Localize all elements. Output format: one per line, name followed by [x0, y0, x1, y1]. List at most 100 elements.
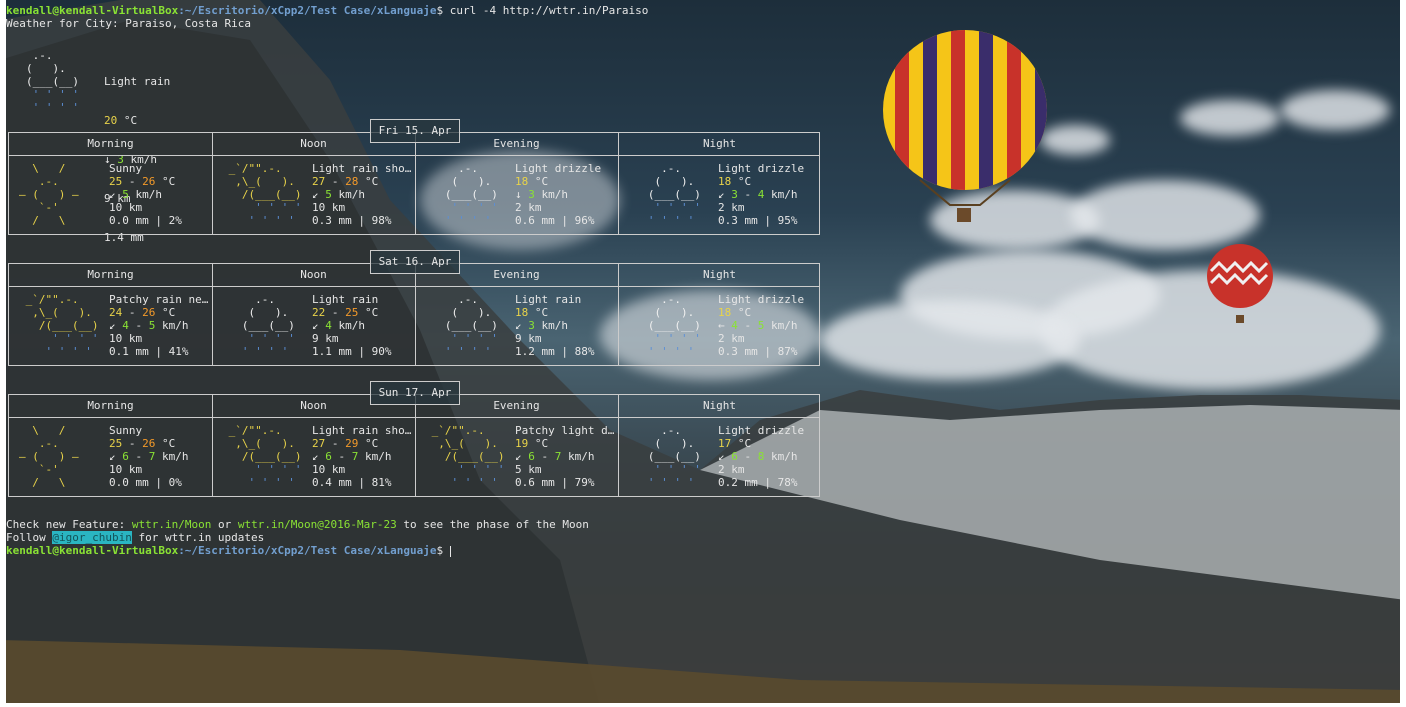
column-header-night: Night — [702, 137, 737, 150]
weather-art-icon: .-. ( ). (___(__) ' ' ' ' ' ' ' ' — [628, 162, 701, 227]
forecast-cell-morning: _`/"".-. ,\_( ). /(___(__) ' ' ' ' ' ' '… — [9, 287, 212, 365]
moon-link[interactable]: wttr.in/Moon — [132, 518, 211, 531]
condition-text: Sunny — [109, 162, 143, 175]
visibility: 2 km — [718, 332, 745, 345]
column-header-morning: Morning — [87, 137, 134, 150]
weather-info: Light drizzle 18 °C ← 4 - 5 km/h 2 km 0.3 mm… — [718, 293, 804, 358]
weather-art-icon: _`/"".-. ,\_( ). /(___(__) ' ' ' ' ' ' '… — [19, 293, 99, 358]
visibility: 10 km — [312, 201, 346, 214]
column-header-morning: Morning — [87, 268, 134, 281]
weather-info: Light rain 18 °C ↙ 3 km/h 9 km 1.2 mm | 88% — [515, 293, 594, 358]
column-divider — [618, 287, 619, 365]
column-divider — [212, 156, 213, 234]
forecast-cell-night: .-. ( ). (___(__) ' ' ' ' ' ' ' ' Light d… — [618, 287, 821, 365]
temperature: 22 - 25 °C — [312, 306, 379, 319]
forecast-cell-noon: .-. ( ). (___(__) ' ' ' ' ' ' ' ' Light r… — [212, 287, 415, 365]
forecast-cell-noon: _`/"".-. ,\_( ). /(___(__) ' ' ' ' ' ' '… — [212, 156, 415, 234]
temperature: 18 °C — [515, 175, 549, 188]
precipitation: 0.6 mm | 79% — [515, 476, 595, 489]
precipitation: 0.0 mm | 2% — [109, 214, 182, 227]
wind: ← 4 - 5 km/h — [718, 319, 798, 332]
precipitation: 0.3 mm | 95% — [718, 214, 798, 227]
terminal-window[interactable]: kendall@kendall-VirtualBox:~/Escritorio/… — [6, 4, 1400, 704]
column-divider — [212, 395, 213, 417]
weather-info: Light rain 22 - 25 °C ↙ 4 km/h 9 km 1.1 mm |… — [312, 293, 391, 358]
weather-art-icon: \ / .-. ― ( ) ― `-' / \ — [19, 424, 79, 489]
weather-info: Sunny 25 - 26 °C ↙ 5 km/h 10 km 0.0 mm | 2% — [109, 162, 182, 227]
temperature: 25 - 26 °C — [109, 437, 176, 450]
day-body-row: \ / .-. ― ( ) ― `-' / \ Sunny 25 - 26 °C ↙ 6… — [8, 417, 820, 497]
column-divider — [415, 156, 416, 234]
weather-info: Patchy light d… 19 °C ↙ 6 - 7 km/h 5 km 0.6 … — [515, 424, 614, 489]
visibility: 5 km — [515, 463, 542, 476]
precipitation: 1.1 mm | 90% — [312, 345, 392, 358]
precipitation: 0.0 mm | 0% — [109, 476, 182, 489]
wind: ↙ 3 - 4 km/h — [718, 188, 798, 201]
precipitation: 0.1 mm | 41% — [109, 345, 189, 358]
precipitation: 0.4 mm | 81% — [312, 476, 392, 489]
column-header-night: Night — [702, 399, 737, 412]
footer-feature-line: Check new Feature: wttr.in/Moon or wttr.… — [6, 518, 589, 531]
command-text: curl -4 http://wttr.in/Paraiso — [449, 4, 649, 17]
wind: ↙ 3 km/h — [515, 319, 568, 332]
weather-info: Light drizzle 18 °C ↙ 3 - 4 km/h 2 km 0.3 mm… — [718, 162, 804, 227]
column-divider — [212, 133, 213, 155]
weather-art-icon: _`/"".-. ,\_( ). /(___(__) ' ' ' ' ' ' '… — [425, 424, 505, 489]
weather-art-icon: .-. ( ). (___(__) ' ' ' ' ' ' ' ' — [222, 293, 295, 358]
precipitation: 0.2 mm | 78% — [718, 476, 798, 489]
condition-text: Light rain sho… — [312, 162, 412, 175]
column-header-morning: Morning — [87, 399, 134, 412]
condition-text: Light rain sho… — [312, 424, 412, 437]
column-divider — [618, 156, 619, 234]
condition-text: Light drizzle — [718, 162, 805, 175]
visibility: 9 km — [312, 332, 339, 345]
condition-text: Patchy light d… — [515, 424, 615, 437]
temperature: 24 - 26 °C — [109, 306, 176, 319]
weather-art-icon: .-. ( ). (___(__) ' ' ' ' ' ' ' ' — [628, 293, 701, 358]
weather-art-icon: _`/"".-. ,\_( ). /(___(__) ' ' ' ' ' ' '… — [222, 162, 302, 227]
precipitation: 0.3 mm | 98% — [312, 214, 392, 227]
prompt-symbol: $ — [436, 4, 444, 17]
visibility: 10 km — [312, 463, 346, 476]
moon-date-link[interactable]: wttr.in/Moon@2016-Mar-23 — [238, 518, 397, 531]
prompt-line[interactable]: kendall@kendall-VirtualBox:~/Escritorio/… — [6, 544, 451, 557]
precipitation: 0.6 mm | 96% — [515, 214, 595, 227]
temperature: 27 - 29 °C — [312, 437, 379, 450]
wind: ↙ 4 km/h — [312, 319, 365, 332]
forecast-cell-evening: .-. ( ). (___(__) ' ' ' ' ' ' ' ' Light d… — [415, 156, 618, 234]
column-divider — [618, 418, 619, 496]
temperature: 17 °C — [718, 437, 752, 450]
wind: ↙ 4 - 5 km/h — [109, 319, 189, 332]
visibility: 10 km — [109, 201, 143, 214]
column-divider — [618, 133, 619, 155]
temperature: 25 - 26 °C — [109, 175, 176, 188]
current-weather-art: .-.( ). (___(__) ' ' ' ' ' ' ' ' — [26, 49, 79, 114]
weather-art-icon: .-. ( ). (___(__) ' ' ' ' ' ' ' ' — [425, 293, 498, 358]
condition-text: Sunny — [109, 424, 143, 437]
column-divider — [618, 395, 619, 417]
day-label: Fri 15. Apr — [370, 119, 460, 143]
visibility: 2 km — [515, 201, 542, 214]
visibility: 9 km — [515, 332, 542, 345]
visibility: 10 km — [109, 332, 143, 345]
forecast-cell-night: .-. ( ). (___(__) ' ' ' ' ' ' ' ' Light d… — [618, 156, 821, 234]
wind: ↙ 6 - 7 km/h — [312, 450, 392, 463]
forecast-cell-morning: \ / .-. ― ( ) ― `-' / \ Sunny 25 - 26 °C ↙ 6… — [9, 418, 212, 496]
twitter-handle[interactable]: @igor_chubin — [52, 531, 132, 544]
column-divider — [618, 264, 619, 286]
temperature: 18 °C — [718, 175, 752, 188]
command-line: kendall@kendall-VirtualBox:~/Escritorio/… — [6, 4, 648, 17]
weather-info: Sunny 25 - 26 °C ↙ 6 - 7 km/h 10 km 0.0 mm |… — [109, 424, 189, 489]
footer-follow-line: Follow @igor_chubin for wttr.in updates — [6, 531, 265, 544]
wind: ↙ 6 - 8 km/h — [718, 450, 798, 463]
text-cursor — [449, 545, 451, 557]
column-divider — [415, 418, 416, 496]
visibility: 2 km — [718, 463, 745, 476]
weather-art-icon: \ / .-. ― ( ) ― `-' / \ — [19, 162, 79, 227]
prompt-user: kendall@kendall-VirtualBox — [6, 4, 179, 17]
forecast-cell-evening: _`/"".-. ,\_( ). /(___(__) ' ' ' ' ' ' '… — [415, 418, 618, 496]
temperature: 18 °C — [515, 306, 549, 319]
column-divider — [415, 287, 416, 365]
weather-info: Light drizzle 17 °C ↙ 6 - 8 km/h 2 km 0.2 mm… — [718, 424, 804, 489]
condition-text: Light rain — [312, 293, 379, 306]
